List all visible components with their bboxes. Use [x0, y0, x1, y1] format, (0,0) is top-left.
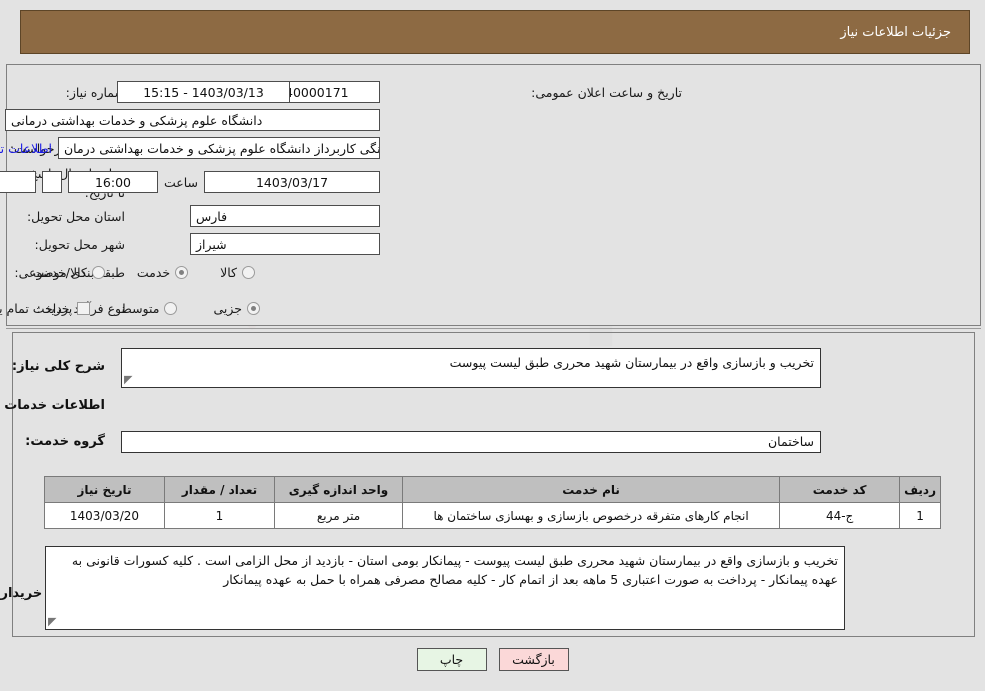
- services-table-element: ردیف کد خدمت نام خدمت واحد اندازه گیری ت…: [44, 476, 941, 529]
- field-city: شیراز: [190, 232, 380, 256]
- treasury-bond-label: پرداخت تمام یا بخشی از مبلغ خرید،از محل …: [0, 300, 73, 316]
- general-desc-textarea[interactable]: تخریب و بازسازی واقع در بیمارستان شهید م…: [121, 348, 821, 388]
- field-buyer-org: دانشگاه علوم پزشکی و خدمات بهداشتی درمان…: [5, 108, 380, 132]
- table-header-row: ردیف کد خدمت نام خدمت واحد اندازه گیری ت…: [44, 476, 941, 503]
- deadline-days-input[interactable]: 4: [0, 171, 36, 193]
- general-desc-value: تخریب و بازسازی واقع در بیمارستان شهید م…: [449, 355, 814, 370]
- process-option-1-label: متوسط: [120, 300, 160, 316]
- deadline-date-input[interactable]: 1403/03/17: [204, 171, 380, 193]
- th-row-no: ردیف: [899, 476, 941, 503]
- category-radio-group: کالا خدمت کالا/خدمت: [32, 260, 255, 284]
- radio-icon-khedmat[interactable]: [175, 265, 189, 279]
- checkbox-icon-treasury-bond[interactable]: [77, 301, 91, 315]
- deadline-time-label: ساعت: [163, 174, 198, 190]
- cell-date: 1403/03/20: [44, 502, 165, 529]
- section-divider: [6, 328, 981, 329]
- process-option-0-label: جزیی: [213, 300, 242, 316]
- city-input[interactable]: شیراز: [190, 233, 380, 255]
- radio-icon-kala-khedmat[interactable]: [91, 265, 105, 279]
- category-option-1[interactable]: خدمت: [136, 264, 189, 280]
- process-option-0[interactable]: جزیی: [213, 301, 260, 316]
- cell-name: انجام کارهای متفرقه درخصوص بازسازی و بهس…: [401, 502, 781, 529]
- th-date: تاریخ نیاز: [44, 476, 165, 503]
- city-label: شهر محل تحویل:: [34, 236, 125, 252]
- deadline-extra-input[interactable]: [41, 171, 62, 193]
- field-province: فارس: [190, 204, 380, 228]
- cell-qty: 1: [164, 502, 275, 529]
- deadline-time-input[interactable]: 16:00: [67, 171, 158, 193]
- action-buttons: بازگشت چاپ: [0, 648, 985, 671]
- th-name: نام خدمت: [401, 476, 781, 503]
- cell-code: ج-44: [779, 502, 901, 529]
- general-desc-label: شرح کلی نیاز:: [11, 359, 105, 374]
- resize-handle-icon-notes[interactable]: ◥: [48, 615, 60, 628]
- field-province-label: استان محل تحویل:: [27, 204, 125, 228]
- cell-row-no: 1: [899, 502, 941, 529]
- print-button[interactable]: چاپ: [416, 648, 487, 671]
- field-announce-value: 1403/03/13 - 15:15: [103, 80, 290, 104]
- th-unit: واحد اندازه گیری: [274, 476, 403, 503]
- th-qty: تعداد / مقدار: [164, 476, 275, 503]
- public-announce-label: تاریخ و ساعت اعلان عمومی:: [531, 84, 682, 100]
- cell-unit: متر مربع: [274, 502, 403, 529]
- province-input[interactable]: فارس: [190, 205, 380, 227]
- back-button[interactable]: بازگشت: [498, 648, 569, 671]
- category-option-2[interactable]: کالا/خدمت: [32, 264, 105, 280]
- requester-input[interactable]: احمدرضا عباسی تزنگی کاربرداز دانشگاه علو…: [58, 137, 380, 159]
- page-root: T AnaTender.net جزئیات اطلاعات نیاز شمار…: [0, 0, 985, 691]
- th-code: کد خدمت: [779, 476, 901, 503]
- services-info-title: اطلاعات خدمات مورد نیاز: [0, 398, 105, 413]
- category-option-1-label: خدمت: [136, 264, 171, 280]
- radio-icon-motavaset[interactable]: [164, 301, 178, 315]
- resize-handle-icon[interactable]: ◥: [124, 373, 136, 386]
- radio-icon-jozii[interactable]: [247, 301, 260, 315]
- category-option-2-label: کالا/خدمت: [32, 264, 87, 280]
- province-label: استان محل تحویل:: [26, 208, 125, 224]
- page-title: جزئیات اطلاعات نیاز: [20, 10, 970, 54]
- buyer-notes-textarea[interactable]: تخریب و بازسازی واقع در بیمارستان شهید م…: [45, 546, 845, 630]
- field-requester: احمدرضا عباسی تزنگی کاربرداز دانشگاه علو…: [0, 136, 380, 160]
- radio-icon-kala[interactable]: [242, 265, 255, 279]
- buyer-org-input[interactable]: دانشگاه علوم پزشکی و خدمات بهداشتی درمان…: [5, 109, 380, 131]
- process-radio-group: جزیی متوسط پرداخت تمام یا بخشی از مبلغ خ…: [0, 296, 260, 320]
- service-group-value: ساختمان: [768, 434, 814, 450]
- category-option-0[interactable]: کالا: [220, 265, 255, 280]
- process-option-1[interactable]: متوسط: [120, 300, 178, 316]
- services-table: ردیف کد خدمت نام خدمت واحد اندازه گیری ت…: [44, 476, 941, 529]
- field-city-label: شهر محل تحویل:: [35, 232, 125, 256]
- buyer-contact-link[interactable]: اطلاعات تماس خریدار: [0, 141, 52, 156]
- service-group-label: گروه خدمت:: [25, 434, 105, 449]
- page-title-text: جزئیات اطلاعات نیاز: [840, 24, 951, 40]
- service-group-input[interactable]: ساختمان: [121, 431, 821, 453]
- buyer-notes-value: تخریب و بازسازی واقع در بیمارستان شهید م…: [71, 553, 838, 588]
- treasury-bond-checkbox-group[interactable]: پرداخت تمام یا بخشی از مبلغ خرید،از محل …: [0, 300, 91, 316]
- category-option-0-label: کالا: [220, 264, 237, 280]
- field-deadline-values: 1403/03/17 ساعت 16:00 4 روز و 00:22:48 س…: [0, 170, 380, 194]
- public-announce-input[interactable]: 1403/03/13 - 15:15: [117, 81, 290, 103]
- field-announce-label: تاریخ و ساعت اعلان عمومی:: [531, 80, 682, 104]
- table-row: 1 ج-44 انجام کارهای متفرقه درخصوص بازساز…: [44, 502, 941, 529]
